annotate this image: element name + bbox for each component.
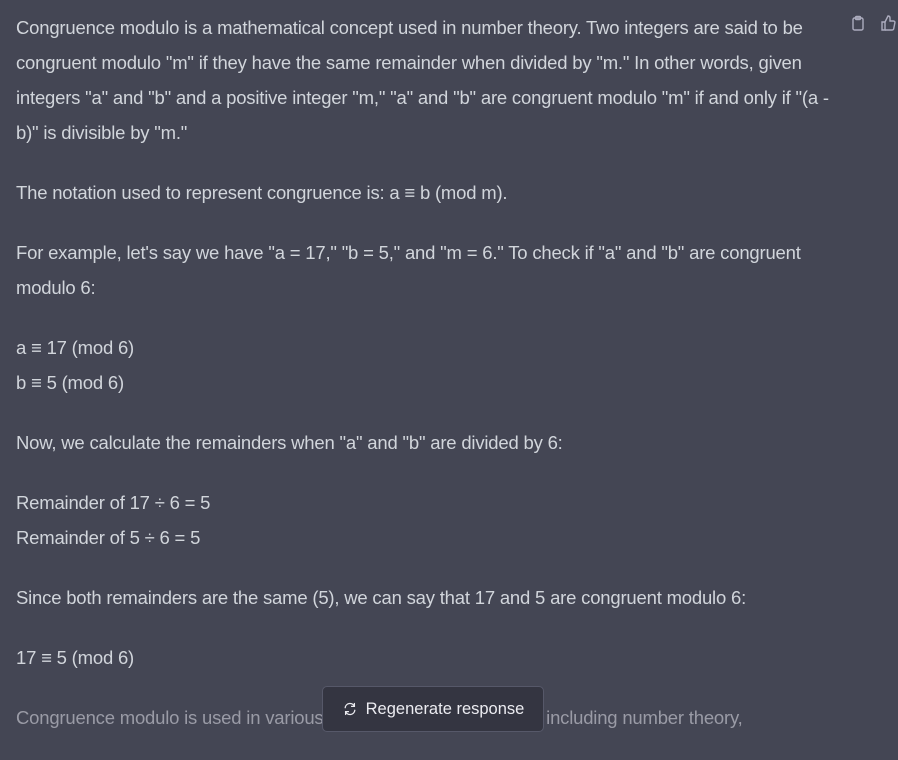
message-paragraph: The notation used to represent congruenc…: [16, 182, 508, 203]
message-paragraph: Since both remainders are the same (5), …: [16, 587, 747, 608]
message-paragraph: Remainder of 17 ÷ 6 = 5 Remainder of 5 ÷ …: [16, 485, 836, 555]
regenerate-label: Regenerate response: [365, 699, 525, 718]
message-line: b ≡ 5 (mod 6): [16, 372, 124, 393]
message-paragraph: a ≡ 17 (mod 6) b ≡ 5 (mod 6): [16, 330, 836, 400]
message-paragraph: For example, let's say we have "a = 17,"…: [16, 242, 801, 298]
regenerate-response-button[interactable]: Regenerate response: [322, 686, 544, 732]
refresh-icon: [342, 701, 358, 717]
message-line: a ≡ 17 (mod 6): [16, 337, 135, 358]
clipboard-icon[interactable]: [848, 13, 868, 33]
message-paragraph: Congruence modulo is a mathematical conc…: [16, 17, 829, 143]
assistant-message: Congruence modulo is a mathematical conc…: [16, 10, 836, 760]
message-line: Remainder of 5 ÷ 6 = 5: [16, 527, 201, 548]
message-paragraph: Now, we calculate the remainders when "a…: [16, 432, 563, 453]
thumbs-up-icon[interactable]: [878, 13, 898, 33]
message-actions: [848, 13, 898, 33]
message-line: Remainder of 17 ÷ 6 = 5: [16, 492, 211, 513]
message-paragraph: 17 ≡ 5 (mod 6): [16, 647, 135, 668]
